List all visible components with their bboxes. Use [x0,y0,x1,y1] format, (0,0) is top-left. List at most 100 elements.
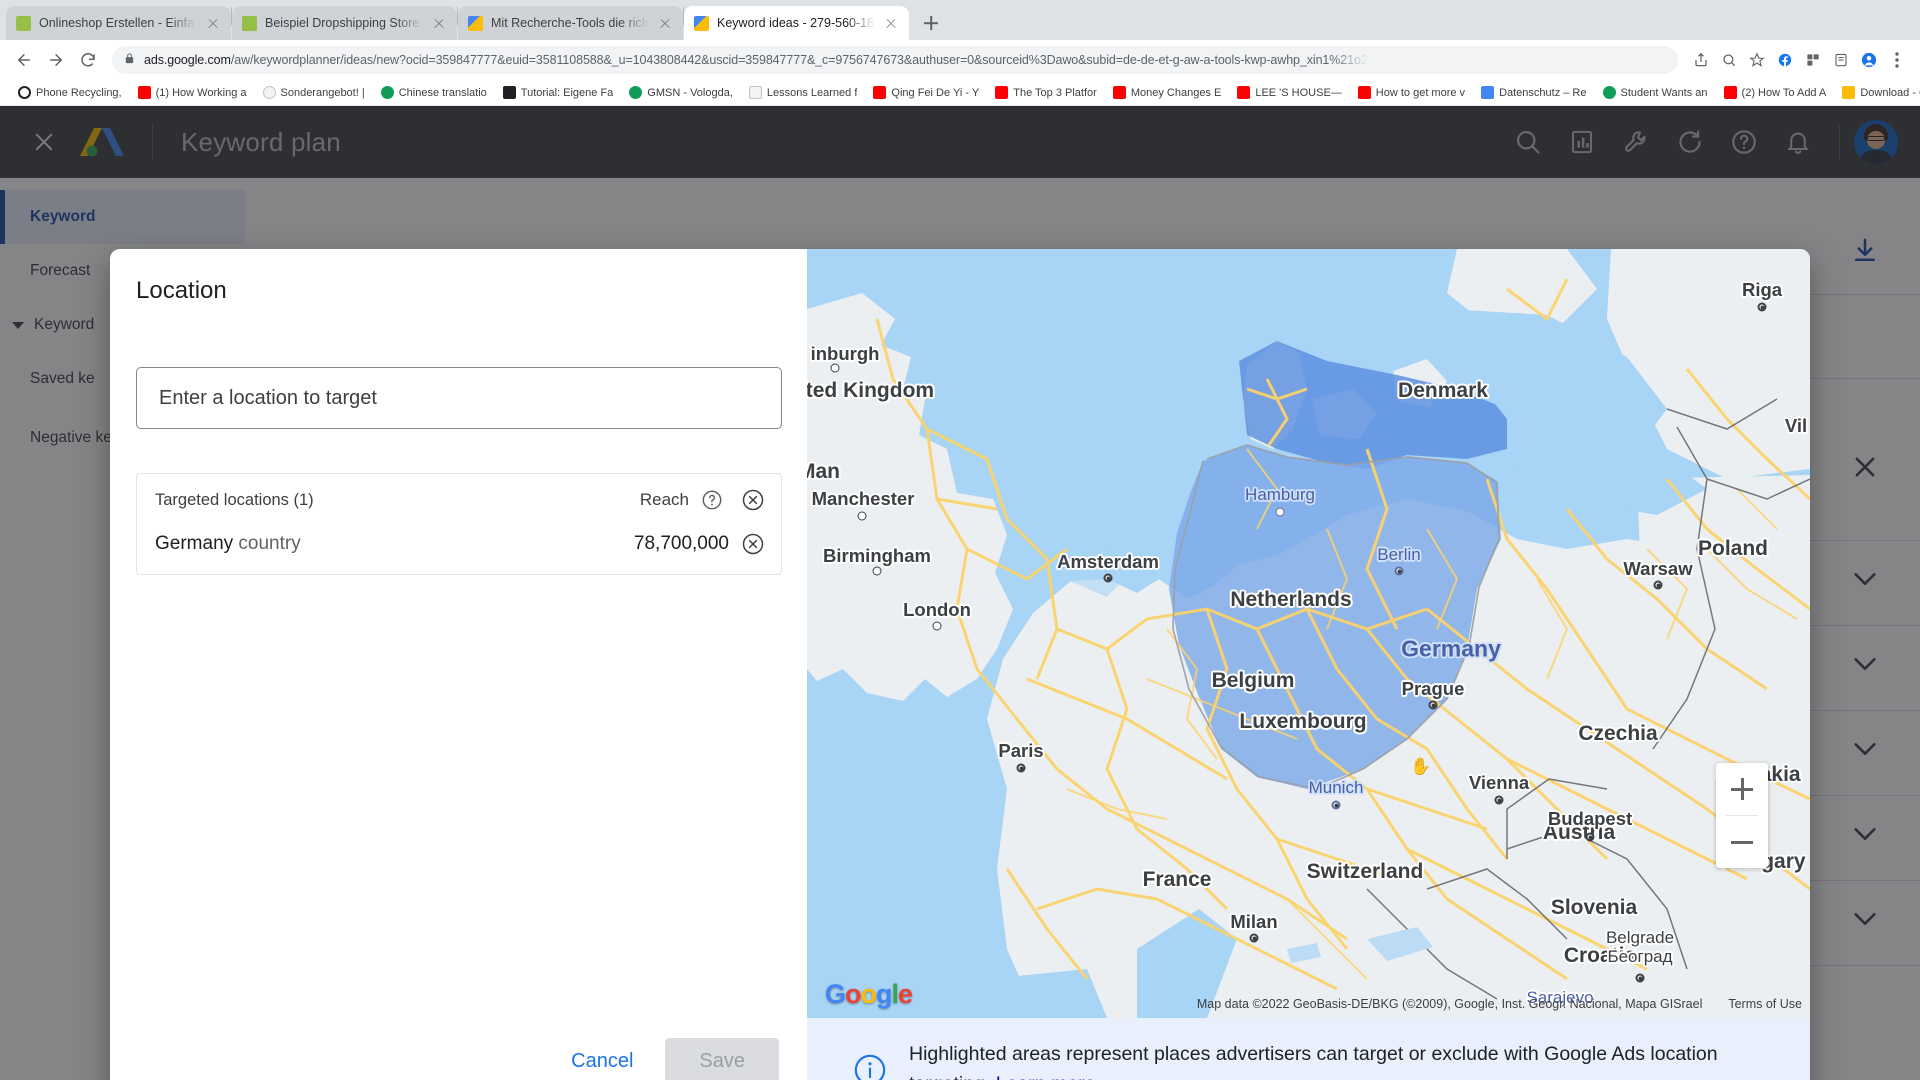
bookmark-item[interactable]: Download - Cooki [1834,82,1920,104]
clear-all-locations-icon[interactable] [741,488,765,512]
bookmark-label: (1) How Working a [155,86,247,99]
bookmark-favicon [262,86,276,99]
tab-title: Mit Recherche-Tools die richti [491,16,649,30]
city-dot [1394,566,1404,576]
city-dot [1757,302,1767,312]
bookmark-favicon [873,86,887,99]
bookmark-star-icon[interactable] [1744,47,1770,73]
bookmark-label: LEE 'S HOUSE— [1255,86,1342,99]
bookmark-favicon [748,86,762,99]
location-type: country [238,533,301,554]
location-dialog: Location Targeted locations (1) Reach [110,249,1810,1080]
bookmark-favicon [1842,86,1856,99]
bookmark-label: Phone Recycling, [36,86,122,99]
remove-location-icon[interactable] [741,532,765,556]
chrome-menu-icon[interactable] [1884,47,1910,73]
targeted-location-row: Germany country 78,700,000 [155,532,765,556]
bookmark-favicon [1481,86,1495,99]
address-bar-url: ads.google.com/aw/keywordplanner/ideas/n… [144,53,1368,67]
bookmark-item[interactable]: (1) How Working a [130,82,255,104]
tab-favicon [16,15,31,31]
bookmark-item[interactable]: Phone Recycling, [10,82,130,104]
bookmark-item[interactable]: (2) How To Add A [1716,82,1835,104]
dialog-title: Location [136,277,227,304]
tab-favicon [694,15,709,31]
city-dot [1585,832,1595,842]
browser-tab-3[interactable]: Mit Recherche-Tools die richti [458,6,683,40]
zoom-icon[interactable] [1716,47,1742,73]
targeted-locations-header: Targeted locations (1) Reach [155,488,765,512]
bookmark-label: Chinese translatio [398,86,487,99]
back-icon[interactable] [10,46,38,74]
google-ads-app: Keyword plan Keyword Forecast [0,106,1920,1080]
dialog-actions: Cancel Save [110,1001,807,1080]
city-dot [1653,580,1663,590]
new-tab-button[interactable] [917,9,945,37]
note-icon[interactable] [1828,47,1854,73]
bookmark-item[interactable]: How to get more v [1350,82,1473,104]
forward-icon[interactable] [42,46,70,74]
targeted-locations-count: Targeted locations (1) [155,490,314,509]
location-search-input[interactable] [159,386,759,410]
bookmark-label: Student Wants an [1620,86,1708,99]
location-input-wrapper[interactable] [136,367,782,429]
tab-title: Beispiel Dropshipping Store - [265,16,423,30]
bookmark-favicon [995,86,1009,99]
close-icon[interactable] [205,15,221,31]
tab-title: Keyword ideas - 279-560-189 [717,16,875,30]
cancel-button[interactable]: Cancel [549,1038,655,1080]
address-bar[interactable]: ads.google.com/aw/keywordplanner/ideas/n… [112,46,1678,74]
browser-tab-4-active[interactable]: Keyword ideas - 279-560-189 [684,6,909,40]
zoom-out-button[interactable] [1716,816,1768,868]
share-icon[interactable] [1688,47,1714,73]
bookmark-item[interactable]: Tutorial: Eigene Fa [495,82,622,104]
profile-badge-icon[interactable] [1856,47,1882,73]
bookmark-item[interactable]: GMSN - Vologda, [621,82,741,104]
google-map[interactable]: United Kingdom Denmark Netherlands Germa… [807,249,1810,1018]
browser-tab-strip: Onlineshop Erstellen - Einfach Beispiel … [0,0,1920,40]
url-path: /aw/keywordplanner/ideas/new?ocid=359847… [230,53,1368,67]
reload-icon[interactable] [74,46,102,74]
city-dot [857,511,867,521]
bookmark-label: Qing Fei De Yi - Y [891,86,980,99]
zoom-in-button[interactable] [1716,763,1768,815]
bookmark-label: Tutorial: Eigene Fa [520,86,614,99]
bookmark-label: Download - Cooki [1860,86,1920,99]
bookmark-item[interactable]: Money Changes E [1105,82,1230,104]
save-button[interactable]: Save [665,1037,779,1080]
bookmark-item[interactable]: The Top 3 Platfor [987,82,1105,104]
bookmark-item[interactable]: Sonderangebot! | [255,82,373,104]
bookmark-favicon [1357,86,1371,99]
learn-more-link[interactable]: Learn more [996,1073,1096,1080]
bookmark-label: How to get more v [1375,86,1466,99]
bookmark-item[interactable]: LEE 'S HOUSE— [1229,82,1349,104]
bookmark-label: Datenschutz – Re [1499,86,1587,99]
bookmark-favicon [629,86,643,99]
browser-tab-2[interactable]: Beispiel Dropshipping Store - [232,6,457,40]
extension-icon[interactable] [1800,47,1826,73]
location-reach-value: 78,700,000 [633,533,729,554]
bookmark-favicon [502,86,516,99]
close-icon[interactable] [431,15,447,31]
bookmark-item[interactable]: Qing Fei De Yi - Y [865,82,987,104]
bookmarks-bar: Phone Recycling, (1) How Working a Sonde… [0,80,1920,106]
terms-of-use-link[interactable]: Terms of Use [1728,997,1802,1011]
bookmark-item[interactable]: Lessons Learned f [741,82,866,104]
targeted-locations-panel: Targeted locations (1) Reach Germany cou… [136,473,782,575]
bookmark-item[interactable]: Chinese translatio [373,82,495,104]
map-banner-text: Highlighted areas represent places adver… [909,1040,1764,1080]
close-icon[interactable] [883,15,899,31]
bookmark-favicon [1112,86,1126,99]
bookmark-item[interactable]: Student Wants an [1595,82,1716,104]
tab-favicon [242,15,257,31]
facebook-icon[interactable] [1772,47,1798,73]
bookmark-label: GMSN - Vologda, [647,86,733,99]
reach-column-header: Reach [639,490,689,509]
close-icon[interactable] [657,15,673,31]
bookmark-label: Money Changes E [1130,86,1222,99]
help-icon[interactable] [701,489,723,511]
bookmark-favicon [1723,86,1737,99]
bookmark-item[interactable]: Datenschutz – Re [1473,82,1594,104]
browser-tab-1[interactable]: Onlineshop Erstellen - Einfach [6,6,231,40]
city-dot [872,566,882,576]
